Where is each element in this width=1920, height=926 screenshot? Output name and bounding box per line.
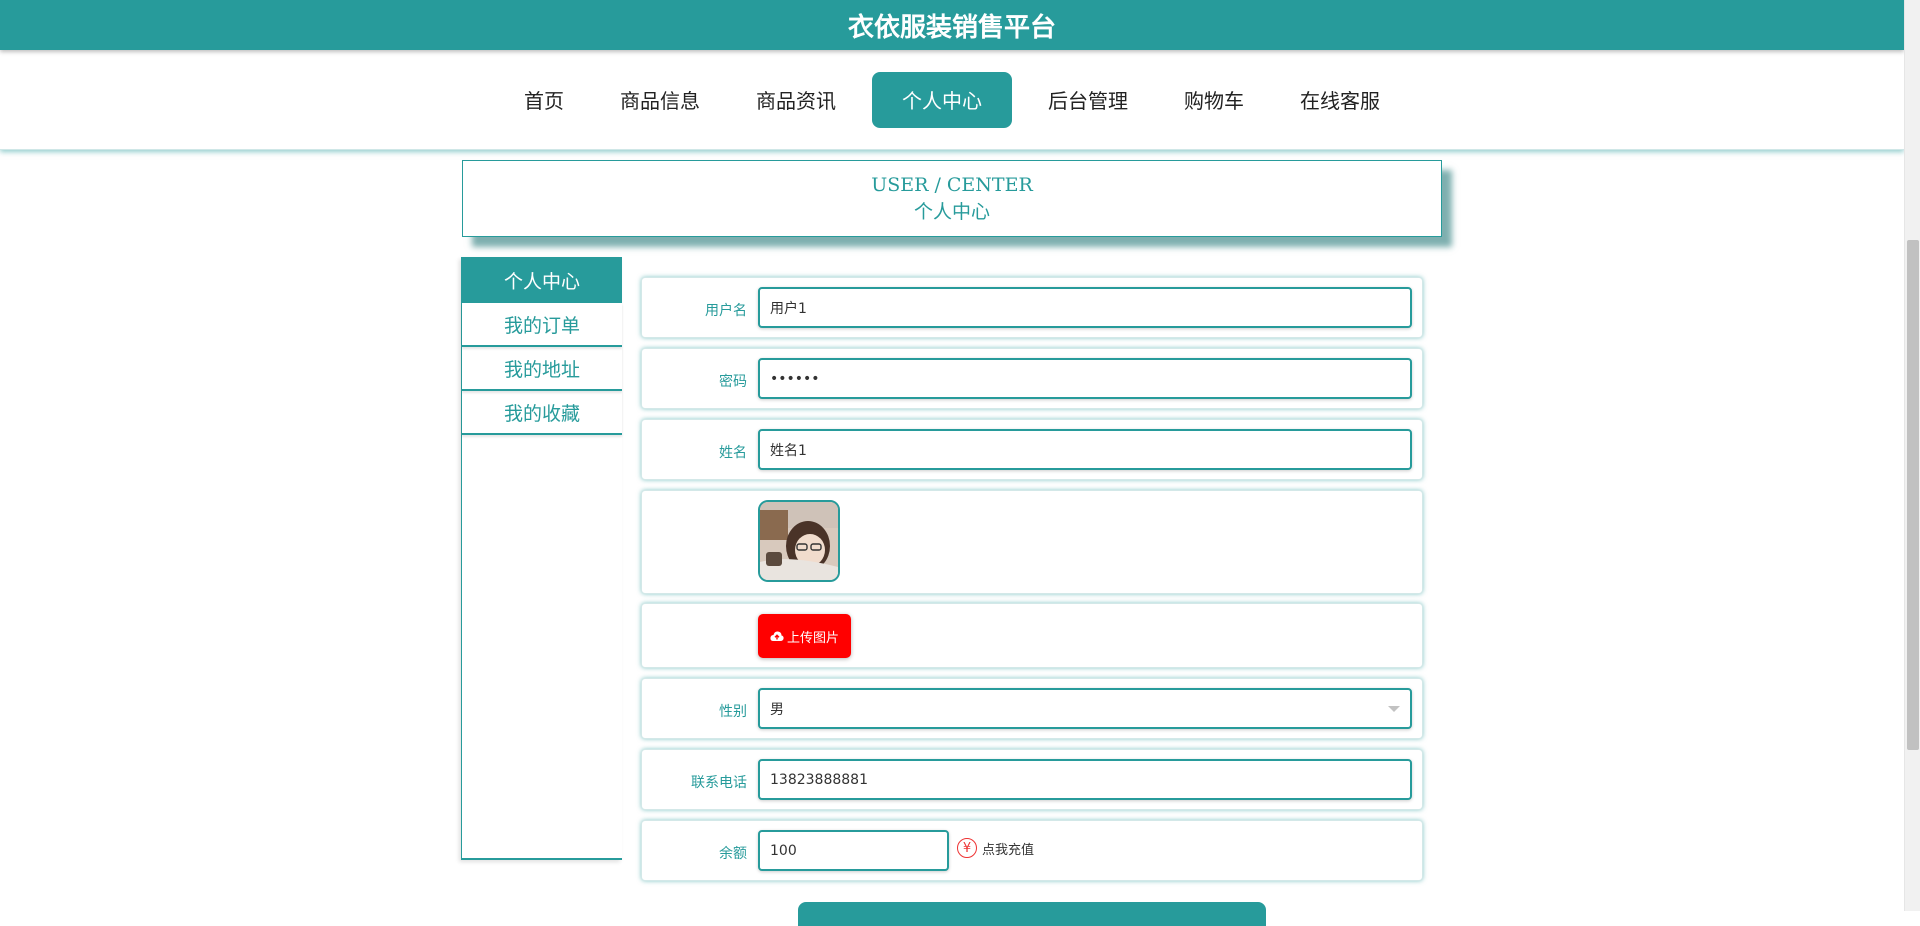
chevron-down-icon [1388,706,1400,712]
phone-input[interactable] [758,759,1412,800]
main-nav: 首页 商品信息 商品资讯 个人中心 后台管理 购物车 在线客服 [0,50,1904,150]
balance-input[interactable] [758,830,949,871]
password-input[interactable] [758,358,1412,399]
sidebar-item-favorites[interactable]: 我的收藏 [462,391,622,435]
name-row: 姓名 [641,419,1423,480]
nav-online-service[interactable]: 在线客服 [1271,72,1409,128]
nav-product-info[interactable]: 商品信息 [591,72,729,128]
gender-row: 性别 男 [641,678,1423,739]
phone-label: 联系电话 [691,775,747,791]
page-title-chinese: 个人中心 [913,200,990,223]
site-title: 衣依服装销售平台 [847,12,1056,43]
sidebar-item-orders[interactable]: 我的订单 [462,303,622,347]
site-header: 衣依服装销售平台 [0,0,1904,50]
phone-row: 联系电话 [641,749,1423,810]
name-label: 姓名 [719,445,747,461]
balance-row: 余额 ¥ 点我充值 [641,820,1423,881]
sidebar-item-address[interactable]: 我的地址 [462,347,622,391]
recharge-label: 点我充值 [982,842,1035,858]
submit-button[interactable] [798,902,1266,926]
sidebar-header[interactable]: 个人中心 [462,257,622,303]
username-row: 用户名 [641,277,1423,338]
user-sidebar: 个人中心 我的订单 我的地址 我的收藏 [461,257,622,860]
recharge-link[interactable]: ¥ 点我充值 [957,838,1034,858]
username-label: 用户名 [705,303,747,319]
nav-user-center[interactable]: 个人中心 [872,71,1012,128]
upload-image-button[interactable]: 上传图片 [758,614,851,658]
avatar-image [758,500,840,582]
balance-label: 余额 [719,846,747,862]
password-label: 密码 [719,374,747,390]
cloud-upload-icon [770,631,784,641]
name-input[interactable] [758,429,1412,470]
avatar-row [641,490,1423,594]
scrollbar-thumb[interactable] [1907,240,1919,750]
password-row: 密码 [641,348,1423,409]
page-title-box: USER / CENTER 个人中心 [462,160,1442,237]
nav-cart[interactable]: 购物车 [1155,72,1273,128]
username-input[interactable] [758,287,1412,328]
upload-row: 上传图片 [641,603,1423,668]
nav-home[interactable]: 首页 [495,72,593,128]
nav-admin[interactable]: 后台管理 [1019,72,1157,128]
upload-button-label: 上传图片 [786,630,839,646]
nav-product-news[interactable]: 商品资讯 [727,72,865,128]
gender-label: 性别 [719,704,747,720]
page-title-english: USER / CENTER [871,173,1033,196]
gender-selected-value: 男 [770,701,784,718]
avatar-photo-icon [760,502,838,580]
gender-select[interactable]: 男 [758,688,1412,729]
page-scrollbar[interactable] [1904,0,1920,911]
yen-icon: ¥ [957,838,977,858]
